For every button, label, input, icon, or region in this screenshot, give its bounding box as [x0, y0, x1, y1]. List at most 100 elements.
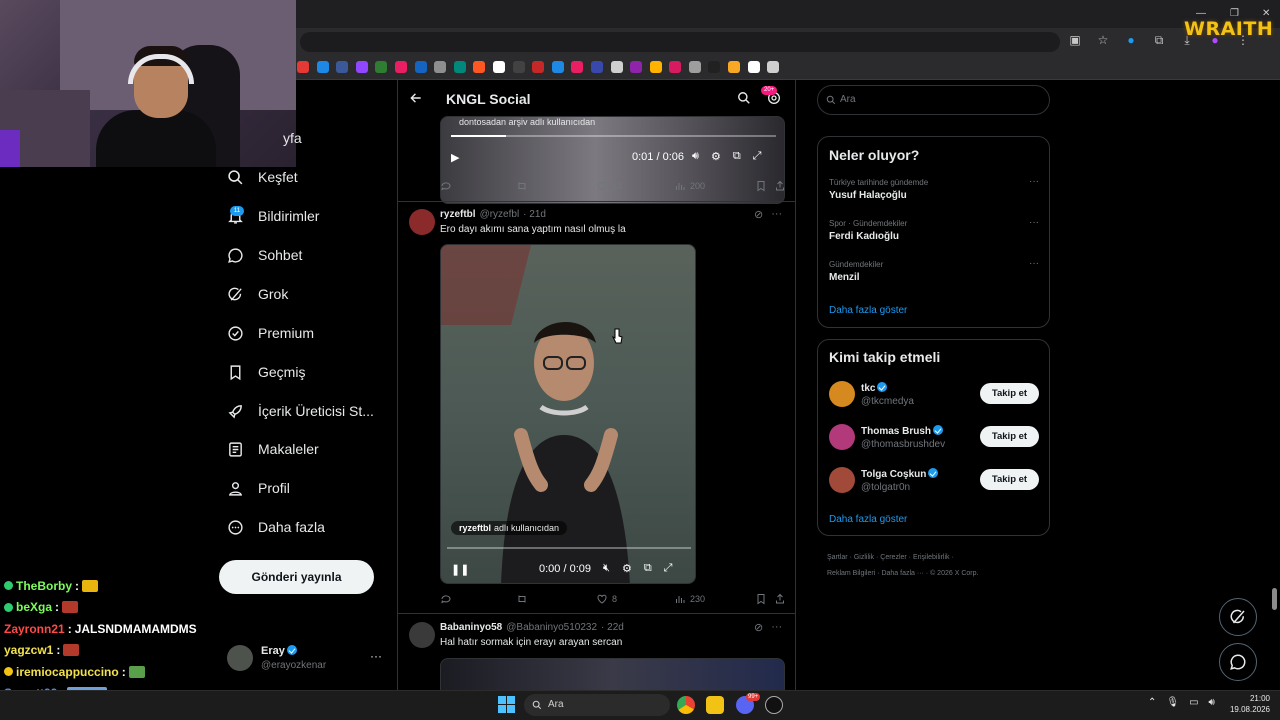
nav-item-creator-studio[interactable]: İçerik Üreticisi St... [227, 396, 374, 426]
trend-item[interactable]: Gündemdekiler Menzil ··· [829, 258, 1039, 283]
account-switcher[interactable]: Eray @erayozkenar ··· [227, 645, 387, 675]
follow-button[interactable]: Takip et [980, 469, 1039, 490]
bookmark-favicon-icon[interactable] [297, 61, 309, 73]
footer-line[interactable]: Şartlar · Gizlilik · Çerezler · Erişileb… [827, 550, 1047, 566]
nav-item-bookmarks[interactable]: Geçmiş [227, 357, 305, 387]
bookmark-favicon-icon[interactable] [453, 61, 466, 73]
video-progress[interactable] [447, 547, 691, 549]
video-player[interactable] [440, 658, 785, 690]
bookmark-favicon-icon[interactable] [394, 61, 407, 73]
bookmark-favicon-icon[interactable] [434, 61, 447, 73]
clock[interactable]: 21:00 19.08.2026 [1228, 693, 1270, 715]
fullscreen-icon[interactable]: ⤢ [753, 150, 762, 163]
more-icon[interactable]: ··· [771, 621, 782, 634]
share-button[interactable] [774, 593, 786, 605]
nav-item-home[interactable]: yfa [283, 123, 302, 153]
back-arrow-icon[interactable] [409, 91, 423, 105]
scrollbar[interactable] [1272, 588, 1277, 610]
volume-icon[interactable]: 🔊︎ [692, 150, 699, 163]
extension-blue-icon[interactable]: ● [1124, 33, 1138, 47]
tweet-author-name[interactable]: ryzeftbl [440, 209, 476, 220]
more-icon[interactable]: ··· [771, 208, 782, 221]
bookmark-favicon-icon[interactable] [649, 61, 662, 73]
bookmark-favicon-icon[interactable] [336, 61, 349, 73]
file-explorer-icon[interactable] [706, 696, 724, 714]
more-icon[interactable]: ··· [370, 649, 382, 663]
mute-icon[interactable]: 🔇︎ [603, 562, 610, 575]
nav-item-grok[interactable]: Grok [227, 279, 288, 309]
avatar[interactable] [829, 381, 855, 407]
nav-item-chat[interactable]: Sohbet [227, 240, 302, 270]
bookmark-favicon-icon[interactable] [610, 61, 623, 73]
bookmark-button[interactable] [755, 180, 767, 192]
extensions-puzzle-icon[interactable]: ⧉ [1152, 33, 1166, 47]
nav-item-explore[interactable]: Keşfet [227, 162, 298, 192]
footer-line[interactable]: Reklam Bilgileri · Daha fazla ··· · © 20… [827, 566, 1047, 582]
avatar[interactable] [829, 424, 855, 450]
tweet-author-name[interactable]: Babaninyo58 [440, 622, 502, 633]
nav-item-profile[interactable]: Profil [227, 473, 290, 503]
follow-button[interactable]: Takip et [980, 383, 1039, 404]
bookmark-favicon-icon[interactable] [708, 61, 721, 73]
bookmark-favicon-icon[interactable] [767, 61, 780, 73]
reply-button[interactable] [440, 180, 452, 192]
more-icon[interactable]: ··· [1029, 258, 1039, 269]
show-more-link[interactable]: Daha fazla göster [829, 305, 907, 316]
tweet-author-handle[interactable]: @ryzefbl [480, 209, 520, 220]
reply-button[interactable] [440, 593, 452, 605]
bookmark-favicon-icon[interactable] [316, 61, 329, 73]
more-icon[interactable]: ··· [1029, 176, 1039, 187]
follow-button[interactable]: Takip et [980, 426, 1039, 447]
network-icon[interactable]: ▭ [1189, 697, 1198, 708]
views-button[interactable]: 230 [674, 593, 705, 605]
volume-icon[interactable]: 🔊︎ [1209, 697, 1215, 708]
bookmark-favicon-icon[interactable] [630, 61, 643, 73]
like-button[interactable]: 13 [596, 180, 622, 192]
tweet-author-handle[interactable]: @Babaninyo510232 [506, 622, 597, 633]
bookmark-favicon-icon[interactable] [571, 61, 584, 73]
share-button[interactable] [774, 180, 786, 192]
more-icon[interactable]: ··· [1029, 217, 1039, 228]
bookmark-favicon-icon[interactable] [492, 61, 505, 73]
retweet-button[interactable] [516, 180, 528, 192]
bookmark-favicon-icon[interactable] [728, 61, 741, 73]
bookmark-favicon-icon[interactable] [473, 61, 486, 73]
avatar[interactable] [409, 622, 435, 648]
nav-item-more[interactable]: Daha fazla [227, 512, 325, 542]
pip-icon[interactable]: ⧉ [733, 150, 741, 163]
views-button[interactable]: 200 [674, 180, 705, 192]
pause-icon[interactable]: ❚❚ [451, 563, 469, 576]
like-button[interactable]: 8 [596, 593, 617, 605]
settings-icon[interactable]: ⚙ [622, 562, 632, 575]
microphone-icon[interactable]: 🎙︎ [1166, 697, 1179, 708]
app-icon[interactable] [765, 696, 783, 714]
pip-icon[interactable]: ⧉ [644, 562, 652, 575]
fullscreen-icon[interactable]: ⤢ [664, 562, 673, 575]
chrome-icon[interactable] [677, 696, 695, 714]
nav-item-premium[interactable]: Premium [227, 318, 314, 348]
taskbar-search[interactable]: Ara [524, 694, 670, 716]
cast-icon[interactable]: ▣ [1068, 33, 1082, 47]
bookmark-favicon-icon[interactable] [747, 61, 760, 73]
video-player[interactable]: ryzeftbl adlı kullanıcıdan ❚❚ 0:00 / 0:09… [440, 244, 696, 584]
play-icon[interactable]: ▶ [451, 151, 459, 164]
follow-suggestion[interactable]: Tolga Coşkun @tolgatr0n Takip et [829, 467, 1041, 495]
bookmark-star-icon[interactable]: ☆ [1096, 33, 1110, 47]
follow-suggestion[interactable]: tkc @tkcmedya Takip et [829, 381, 1041, 409]
search-icon[interactable] [737, 91, 751, 105]
bookmark-favicon-icon[interactable] [375, 61, 388, 73]
windows-start-icon[interactable] [498, 696, 515, 713]
search-input[interactable]: Ara [817, 85, 1050, 115]
settings-icon[interactable]: ⚙ [711, 150, 721, 163]
grok-icon[interactable]: ⊘ [754, 621, 763, 634]
bookmark-favicon-icon[interactable] [532, 61, 545, 73]
bookmark-button[interactable] [755, 593, 767, 605]
bookmark-favicon-icon[interactable] [355, 61, 368, 73]
trend-item[interactable]: Türkiye tarihinde gündemde Yusuf Halaçoğ… [829, 176, 1039, 201]
show-more-link[interactable]: Daha fazla göster [829, 514, 907, 525]
grok-fab[interactable] [1219, 598, 1257, 636]
retweet-button[interactable] [516, 593, 528, 605]
follow-suggestion[interactable]: Thomas Brush @thomasbrushdev Takip et [829, 424, 1041, 452]
avatar[interactable] [829, 467, 855, 493]
bookmark-favicon-icon[interactable] [669, 61, 682, 73]
